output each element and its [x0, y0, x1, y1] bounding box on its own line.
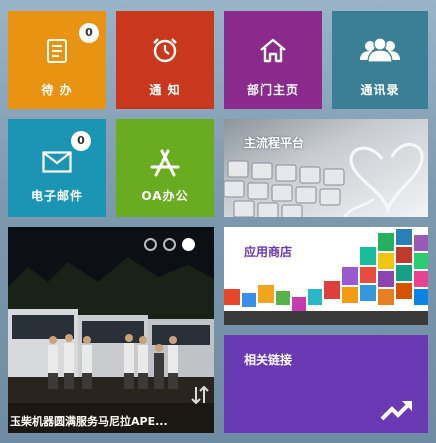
- department-home-tile[interactable]: 部门主页: [224, 11, 322, 109]
- swap-arrows-icon[interactable]: [191, 385, 209, 405]
- email-label: 电子邮件: [30, 189, 83, 203]
- app-icons-image: [224, 227, 428, 325]
- todo-label: 待 办: [41, 83, 73, 97]
- document-icon: [47, 39, 67, 63]
- todo-tile[interactable]: 0 待 办: [8, 11, 106, 109]
- oa-office-label: OA办公: [141, 189, 189, 203]
- users-icon: [360, 38, 400, 62]
- alarm-clock-icon: [153, 38, 177, 63]
- email-count-badge: 0: [71, 131, 91, 151]
- photo-caption: 玉柴机器圆满服务马尼拉APE...: [10, 415, 168, 428]
- todo-count-badge: 0: [79, 23, 99, 43]
- app-store-icon: [150, 149, 180, 177]
- related-links-tile[interactable]: 相关链接: [224, 335, 428, 433]
- trend-up-icon: [380, 401, 412, 421]
- carousel-dot[interactable]: [163, 238, 176, 251]
- app-store-tile[interactable]: 应用商店: [224, 227, 428, 325]
- oa-office-tile[interactable]: OA办公: [116, 119, 214, 217]
- home-icon: [260, 38, 286, 63]
- notice-tile[interactable]: 通 知: [116, 11, 214, 109]
- envelope-icon: [42, 151, 72, 173]
- related-links-label: 相关链接: [244, 353, 293, 367]
- contacts-tile[interactable]: 通讯录: [332, 11, 428, 109]
- notice-label: 通 知: [149, 83, 181, 97]
- carousel-dot-active[interactable]: [182, 238, 195, 251]
- email-tile[interactable]: 0 电子邮件: [8, 119, 106, 217]
- carousel-dot[interactable]: [144, 238, 157, 251]
- main-process-platform-label: 主流程平台: [244, 136, 305, 150]
- department-home-label: 部门主页: [246, 83, 299, 97]
- carousel-dots: [144, 238, 195, 251]
- main-process-platform-tile[interactable]: 主流程平台: [224, 119, 428, 217]
- contacts-label: 通讯录: [360, 83, 400, 97]
- news-photo-carousel[interactable]: 玉柴机器圆满服务马尼拉APE...: [8, 227, 214, 433]
- team-photo-image: [8, 227, 214, 433]
- app-store-label: 应用商店: [244, 245, 293, 259]
